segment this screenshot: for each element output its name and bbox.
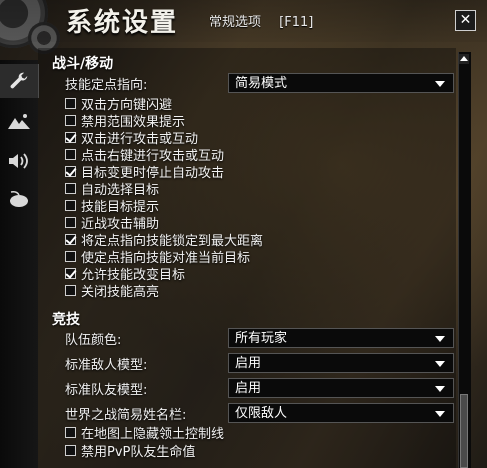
close-button[interactable]: ✕ [455,10,476,31]
tab-graphics[interactable] [0,104,38,138]
option-label: 在地图上隐藏领土控制线 [81,426,225,442]
checkbox[interactable] [65,284,76,296]
scroll-up-button[interactable] [459,54,469,64]
combat-option-row[interactable]: 允许技能改变目标 [65,265,185,283]
combat-option-row[interactable]: 自动选择目标 [65,180,159,198]
scrollbar-thumb[interactable] [460,394,468,468]
chevron-down-icon [435,81,445,87]
checkbox[interactable] [65,182,76,194]
section-combat-header: 战斗/移动 [52,56,114,72]
chevron-down-icon [435,361,445,367]
checkbox[interactable] [65,148,76,160]
tab-audio[interactable] [0,144,38,178]
competitive-select-value: 启用 [235,356,262,371]
tab-label: 常规选项 [209,15,262,30]
chevron-down-icon [435,386,445,392]
competitive-select-value: 启用 [235,381,262,396]
checkbox[interactable] [65,216,76,228]
checkbox[interactable] [65,444,76,456]
competitive-select-label: 队伍颜色: [65,333,122,348]
speaker-icon [9,153,28,169]
tab-controls[interactable] [0,182,38,216]
option-label: 禁用PvP队友生命值 [81,444,196,460]
competitive-select[interactable]: 启用 [228,353,454,373]
chevron-down-icon [435,336,445,342]
combat-option-row[interactable]: 技能目标提示 [65,197,159,215]
competitive-select-value: 所有玩家 [235,331,288,346]
competitive-option-row[interactable]: 禁用PvP队友生命值 [65,442,196,460]
landscape-icon [8,114,30,129]
combat-option-row[interactable]: 目标变更时停止自动攻击 [65,163,224,181]
checkbox[interactable] [65,131,76,143]
mouse-icon [10,191,28,207]
combat-option-row[interactable]: 禁用范围效果提示 [65,112,185,130]
tab-general-options[interactable]: 常规选项 [F11] [209,11,313,30]
competitive-select-label: 标准敌人模型: [65,358,148,373]
checkbox[interactable] [65,114,76,126]
checkbox[interactable] [65,165,76,177]
targeting-mode-select[interactable]: 简易模式 [228,73,454,93]
settings-tab-rail [0,60,39,468]
competitive-select[interactable]: 仅限敌人 [228,403,454,423]
combat-option-row[interactable]: 近战攻击辅助 [65,214,159,232]
combat-option-row[interactable]: 将定点指向技能锁定到最大距离 [65,231,263,249]
competitive-option-row[interactable]: 在地图上隐藏领土控制线 [65,424,225,442]
combat-option-row[interactable]: 使定点指向技能对准当前目标 [65,248,250,266]
section-competitive-header: 竞技 [52,312,80,328]
targeting-mode-label: 技能定点指向: [65,78,148,93]
checkbox[interactable] [65,233,76,245]
chevron-down-icon [435,411,445,417]
combat-option-row[interactable]: 双击方向键闪避 [65,95,172,113]
title-bar: 系统设置 常规选项 [F11] ✕ [0,0,487,42]
checkbox[interactable] [65,97,76,109]
combat-option-row[interactable]: 双击进行攻击或互动 [65,129,198,147]
targeting-mode-value: 简易模式 [235,76,288,91]
option-label: 关闭技能高亮 [81,284,160,300]
competitive-select[interactable]: 启用 [228,378,454,398]
competitive-select-label: 标准队友模型: [65,383,148,398]
wrench-icon [10,72,28,89]
competitive-select-label: 世界之战简易姓名栏: [65,408,187,423]
window-title: 系统设置 [66,8,179,38]
checkbox[interactable] [65,199,76,211]
tab-general[interactable] [0,64,39,98]
combat-option-row[interactable]: 点击右键进行攻击或互动 [65,146,224,164]
checkbox[interactable] [65,250,76,262]
checkbox[interactable] [65,426,76,438]
competitive-select[interactable]: 所有玩家 [228,328,454,348]
checkbox[interactable] [65,267,76,279]
hotkey-label: [F11] [279,15,314,30]
combat-option-row[interactable]: 关闭技能高亮 [65,282,160,300]
competitive-select-value: 仅限敌人 [235,406,288,421]
